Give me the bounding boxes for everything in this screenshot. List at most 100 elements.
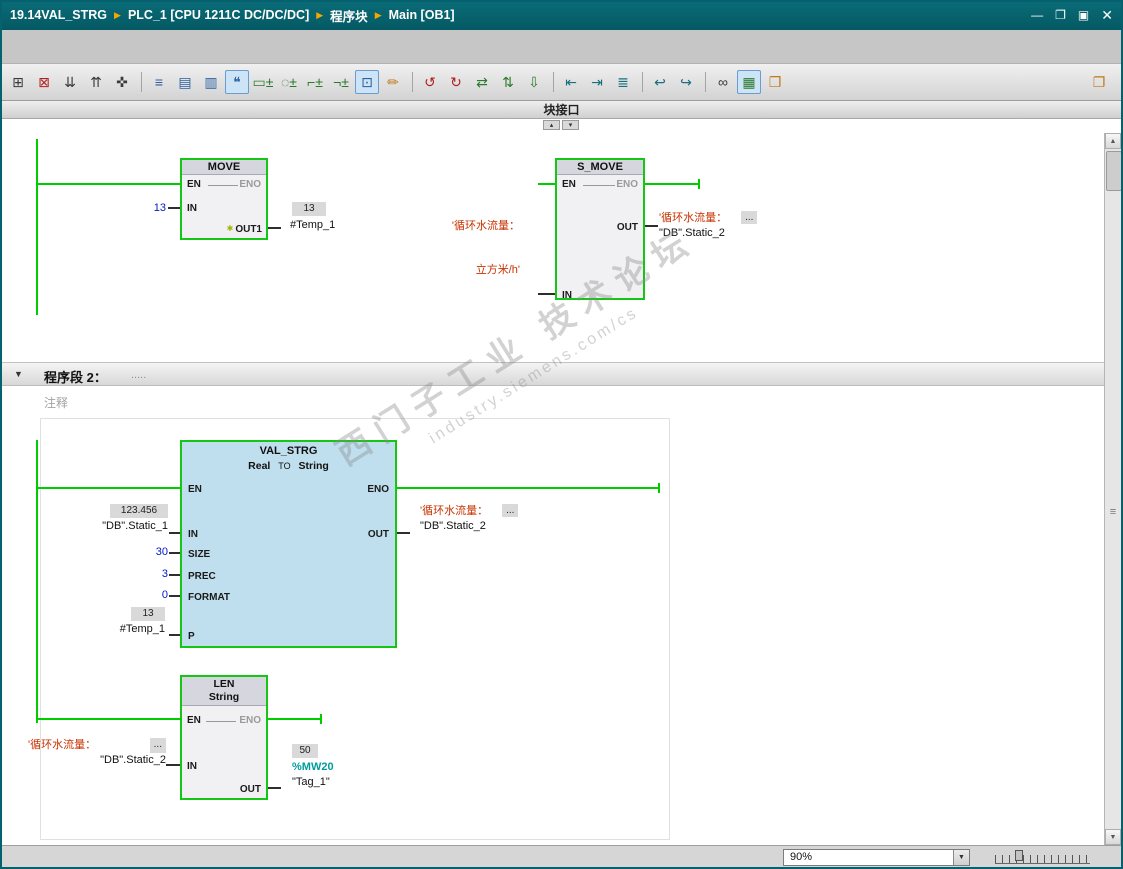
wire-end-tick <box>658 483 660 493</box>
valstrg-p-operand[interactable]: #Temp_1 <box>95 623 165 636</box>
network-titles-icon[interactable]: ▤ <box>173 70 197 94</box>
absolute-operands-icon[interactable]: ≡ <box>147 70 171 94</box>
valstrg-out-ellipsis[interactable]: ... <box>502 504 519 517</box>
len-block[interactable]: LEN String EN ENO IN OUT <box>180 675 268 800</box>
favorites-icon[interactable]: ✏ <box>381 70 405 94</box>
valstrg-pin-out: OUT <box>367 529 389 540</box>
goto-usage-icon[interactable]: ⇤ <box>559 70 583 94</box>
download-icon[interactable]: ⇩ <box>522 70 546 94</box>
operand-stub <box>397 532 410 534</box>
network2-title-placeholder[interactable]: ..... <box>131 369 146 381</box>
window-controls: — ❐ ▣ ✕ <box>1031 0 1113 30</box>
scroll-down-icon[interactable]: ▼ <box>1105 829 1121 845</box>
move-out-operand[interactable]: #Temp_1 <box>290 219 335 232</box>
ladder-editor-canvas[interactable]: MOVE EN ENO IN ✱ OUT1 13 13 #Temp_1 S_MOV… <box>0 133 1106 845</box>
tia-portal-window: 19.14VAL_STRG ▶ PLC_1 [CPU 1211C DC/DC/D… <box>0 0 1123 869</box>
wire-to-smove-en[interactable] <box>538 183 555 185</box>
scrollbar-grip-icon[interactable]: ≡ <box>1105 505 1121 519</box>
monitor-toggle-icon[interactable]: ▦ <box>737 70 761 94</box>
goto-next-error-icon[interactable]: ↻ <box>444 70 468 94</box>
network2-title[interactable]: 程序段 2： <box>44 367 107 386</box>
call-structure-icon[interactable]: ≣ <box>611 70 635 94</box>
goto-prev-error-icon[interactable]: ↺ <box>418 70 442 94</box>
snapshot-icon[interactable]: ❒ <box>763 70 787 94</box>
valstrg-format-constant[interactable]: 0 <box>128 589 168 602</box>
move-in-constant[interactable]: 13 <box>130 202 166 215</box>
minimize-button[interactable]: — <box>1031 8 1043 22</box>
pin-window-icon[interactable]: ✜ <box>110 70 134 94</box>
box-frame-icon[interactable]: ⊡ <box>355 70 379 94</box>
len-in-ellipsis[interactable]: ... <box>149 738 166 753</box>
valstrg-size-constant[interactable]: 30 <box>128 546 168 559</box>
smove-block[interactable]: S_MOVE EN ENO OUT IN <box>555 158 645 301</box>
valstrg-out-operand-group[interactable]: '循环水流量：... "DB".Static_2 <box>420 504 580 534</box>
maximize-button[interactable]: ▣ <box>1078 8 1089 22</box>
wire-to-move-en[interactable] <box>36 183 181 185</box>
close-button[interactable]: ✕ <box>1101 7 1113 24</box>
breadcrumb-program-blocks[interactable]: 程序块 <box>330 6 368 25</box>
len-in-operand[interactable]: "DB".Static_2 <box>28 753 166 768</box>
breadcrumb-main-ob1[interactable]: Main [OB1] <box>389 8 455 22</box>
empty-box-icon[interactable]: ▭± <box>251 70 275 94</box>
navigate-back-icon[interactable]: ↩ <box>648 70 672 94</box>
wire-from-smove-eno[interactable] <box>645 183 700 185</box>
breadcrumb-project[interactable]: 19.14VAL_STRG <box>10 8 107 22</box>
valstrg-in-operand[interactable]: "DB".Static_1 <box>88 520 168 533</box>
smove-in-string-line1[interactable]: '循环水流量： <box>415 220 520 233</box>
wire-to-valstrg-en[interactable] <box>36 487 181 489</box>
valstrg-prec-constant[interactable]: 3 <box>128 568 168 581</box>
navigate-forward-icon[interactable]: ↪ <box>674 70 698 94</box>
valstrg-out-operand[interactable]: "DB".Static_2 <box>420 519 580 534</box>
expand-all-networks-icon[interactable]: ⇊ <box>58 70 82 94</box>
valstrg-type-real[interactable]: Real <box>248 460 270 472</box>
operand-stub <box>169 595 180 597</box>
interface-collapse-icon[interactable]: ▾ <box>562 120 579 130</box>
power-rail[interactable] <box>36 440 38 723</box>
network-collapse-icon[interactable]: ▼ <box>14 369 23 379</box>
insert-network-icon[interactable]: ⊞ <box>6 70 30 94</box>
network-comments-icon[interactable]: ▥ <box>199 70 223 94</box>
vertical-scrollbar[interactable]: ▲ ≡ ▼ <box>1104 133 1122 845</box>
editor-layout-icon[interactable]: ❐ <box>1087 70 1111 94</box>
restore-button[interactable]: ❐ <box>1055 8 1066 22</box>
goto-definition-icon[interactable]: ⇥ <box>585 70 609 94</box>
open-branch-icon[interactable]: ⌐± <box>303 70 327 94</box>
smove-block-title: S_MOVE <box>557 160 643 175</box>
smove-out-ellipsis[interactable]: ... <box>741 211 758 224</box>
smove-in-string-line2[interactable]: 立方米/h' <box>415 264 520 277</box>
len-in-operand-group[interactable]: '循环水流量：... "DB".Static_2 <box>28 738 166 768</box>
close-branch-icon[interactable]: ¬± <box>329 70 353 94</box>
update-block-calls-icon[interactable]: ⇄ <box>470 70 494 94</box>
coil-icon[interactable]: ◌± <box>277 70 301 94</box>
smove-out-operand-group[interactable]: '循环水流量：... "DB".Static_2 <box>659 211 819 241</box>
network2-comment[interactable]: 注释 <box>44 394 68 411</box>
zoom-select[interactable]: 90% ▼ <box>783 849 970 866</box>
len-block-type[interactable]: String <box>182 691 266 704</box>
wire-end-tick <box>320 714 322 724</box>
len-block-header: LEN String <box>182 677 266 706</box>
valstrg-type-string[interactable]: String <box>299 460 329 472</box>
zoom-slider-thumb[interactable] <box>1015 850 1023 861</box>
monitoring-glasses-icon[interactable]: ∞ <box>711 70 735 94</box>
zoom-slider[interactable] <box>995 849 1090 866</box>
wire-from-valstrg-eno[interactable] <box>397 487 660 489</box>
sync-interface-icon[interactable]: ⇅ <box>496 70 520 94</box>
move-block[interactable]: MOVE EN ENO IN ✱ OUT1 <box>180 158 268 240</box>
interface-expand-icon[interactable]: ▴ <box>543 120 560 130</box>
zoom-dropdown-icon[interactable]: ▼ <box>953 850 969 865</box>
scrollbar-thumb[interactable] <box>1106 151 1122 191</box>
breadcrumb-plc[interactable]: PLC_1 [CPU 1211C DC/DC/DC] <box>128 8 309 22</box>
delete-network-icon[interactable]: ⊠ <box>32 70 56 94</box>
len-out-operand[interactable]: "Tag_1" <box>292 776 330 789</box>
network2-header[interactable]: ▼ 程序段 2： ..... <box>0 362 1106 386</box>
smove-out-operand[interactable]: "DB".Static_2 <box>659 226 819 241</box>
scroll-up-icon[interactable]: ▲ <box>1105 133 1121 149</box>
valstrg-block[interactable]: VAL_STRG Real TO String EN ENO IN OUT SI… <box>180 440 397 648</box>
power-rail[interactable] <box>36 139 38 315</box>
collapse-all-networks-icon[interactable]: ⇈ <box>84 70 108 94</box>
wire-from-len-eno[interactable] <box>268 718 322 720</box>
len-out-address[interactable]: %MW20 <box>292 761 334 774</box>
comment-toggle-icon[interactable]: ❝ <box>225 70 249 94</box>
wire-to-len-en[interactable] <box>36 718 181 720</box>
block-interface-bar[interactable]: 块接口 <box>0 101 1123 119</box>
